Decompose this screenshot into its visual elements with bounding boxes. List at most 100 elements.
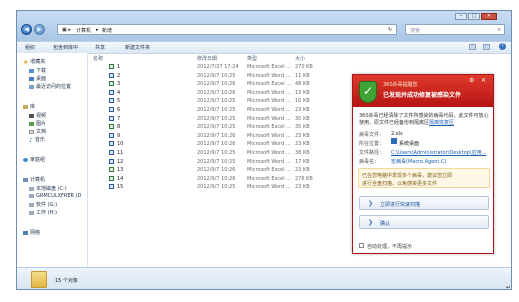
file-name: 2 — [117, 72, 121, 79]
nav-label: 视频 — [36, 113, 47, 119]
title-bar: ‒ □ ✕ ◀ ▶ ▣ ▸ 计算机 ▸ 新增 ↻ 搜索 ⌕ — [17, 11, 511, 41]
file-size: 17 KB — [295, 158, 310, 165]
nav-homegroup[interactable]: 家庭组 — [23, 156, 45, 163]
nav-computer[interactable]: 计算机 — [23, 176, 45, 183]
settings-icon[interactable]: ⚙ — [469, 77, 474, 84]
file-size: 23 KB — [295, 107, 310, 113]
nav-pictures[interactable]: 图片 — [29, 120, 46, 127]
nav-label: 家庭组 — [30, 157, 46, 163]
address-bar[interactable]: ▣ ▸ 计算机 ▸ 新增 ↻ — [57, 24, 397, 35]
table-row[interactable]: 9 2012/9/7 10:26 Microsoft Word ... 23 KB — [89, 132, 319, 140]
desc-text: 使用。原文件已经备份到隔离区 — [359, 120, 430, 126]
refresh-icon[interactable]: ↻ — [388, 27, 392, 33]
nav-local-disk[interactable]: 本地磁盘 (C:) — [29, 185, 67, 192]
maximize-button[interactable]: □ — [468, 13, 480, 20]
path-link[interactable]: C:\Users\Administrator\Desktop\应用... — [391, 149, 486, 156]
file-type: Microsoft Word ... — [247, 89, 291, 96]
back-button[interactable]: ◀ — [21, 24, 32, 35]
nav-music[interactable]: ♪ 音乐 — [29, 136, 45, 144]
file-name: 12 — [117, 158, 124, 165]
file-type: Microsoft Word ... — [247, 158, 291, 165]
new-folder-button[interactable]: 新建文件夹 — [125, 44, 150, 51]
file-type: Microsoft Word ... — [247, 150, 291, 156]
column-header-size[interactable]: 大小 — [295, 55, 305, 62]
nav-work-drive[interactable]: 工作 (H:) — [29, 209, 57, 216]
word-file-icon — [109, 158, 114, 164]
minimize-button[interactable]: ‒ — [455, 13, 467, 20]
table-row[interactable]: 7 2012/9/7 10:25 Microsoft Word ... 30 KB — [89, 115, 319, 123]
file-type: Microsoft Excel ... — [247, 167, 291, 174]
forward-button[interactable]: ▶ — [34, 24, 45, 35]
table-row[interactable]: 1 2012/7/27 17:24 Microsoft Excel ... 270 K… — [89, 63, 319, 71]
table-row[interactable]: 10 2012/9/7 10:26 Microsoft Word ... 23 KB — [89, 140, 319, 148]
nav-network[interactable]: 网络 — [23, 229, 40, 236]
nav-favorites[interactable]: ★ 收藏夹 — [23, 58, 45, 66]
search-icon[interactable]: ⌕ — [498, 26, 501, 34]
nav-libraries[interactable]: 库 — [23, 103, 35, 110]
nav-grmcul-drive[interactable]: GRMCULXFRER (D — [29, 193, 81, 199]
nav-videos[interactable]: 视频 — [29, 112, 46, 119]
file-size: 10 KB — [295, 98, 310, 105]
nav-label: 本地磁盘 (C:) — [36, 186, 67, 192]
column-header-type[interactable]: 类型 — [247, 55, 257, 62]
quarantine-link[interactable]: 隔离恢复区 — [429, 120, 454, 126]
table-row[interactable]: 14 2012/9/7 10:26 Microsoft Excel ... 276 K… — [89, 175, 319, 183]
file-date: 2012/9/7 10:25 — [197, 150, 236, 156]
nav-label: 最近访问的位置 — [36, 84, 72, 90]
desktop-icon — [29, 77, 34, 81]
view-options-icon[interactable] — [469, 44, 476, 50]
file-size: 35 KB — [295, 124, 310, 131]
table-row[interactable]: 13 2012/9/7 10:26 Microsoft Excel ... 23 KB — [89, 166, 319, 174]
table-row[interactable]: 5 2012/9/7 10:25 Microsoft Word ... 10 KB — [89, 97, 319, 105]
file-date: 2012/9/7 10:25 — [197, 115, 236, 122]
file-size: 23 KB — [295, 141, 310, 148]
table-row[interactable]: 6 2012/9/7 10:25 Microsoft Word ... 23 KB — [89, 106, 319, 114]
file-name: 11 — [117, 150, 124, 156]
preview-pane-icon[interactable] — [483, 44, 490, 50]
nav-software-drive[interactable]: 软件 (G:) — [29, 201, 57, 208]
quick-scan-button[interactable]: ❯ 立即进行快速扫描 — [359, 196, 489, 210]
column-header-name[interactable]: 名称 — [93, 55, 103, 62]
drive-icon — [29, 187, 34, 191]
table-row[interactable]: 4 2012/9/7 10:26 Microsoft Word ... 13 KB — [89, 89, 319, 97]
file-date: 2012/9/7 10:25 — [197, 158, 236, 165]
nav-documents[interactable]: 文档 — [29, 128, 46, 135]
table-row[interactable]: 2 2012/9/7 10:25 Microsoft Word ... 11 KB — [89, 72, 319, 80]
item-count: 15 个对象 — [55, 278, 78, 284]
auto-handle-checkbox[interactable] — [359, 243, 364, 248]
file-type: Microsoft Excel ... — [247, 124, 291, 131]
search-input[interactable]: 搜索 — [410, 27, 420, 34]
confirm-button[interactable]: ❯ 确认 — [359, 215, 489, 229]
table-row[interactable]: 3 2012/9/7 10:26 Microsoft Excel ... 48 KB — [89, 80, 319, 88]
column-header-date[interactable]: 修改日期 — [197, 55, 217, 62]
excel-file-icon — [109, 175, 114, 181]
share-button[interactable]: 共享 — [95, 44, 105, 51]
excel-file-icon — [109, 64, 114, 69]
organize-button[interactable]: 组织 — [25, 44, 35, 51]
status-bar: 15 个对象 — [17, 267, 511, 289]
table-row[interactable]: 11 2012/9/7 10:25 Microsoft Word ... 38 KB — [89, 149, 319, 157]
shield-check-icon: ✓ — [359, 81, 377, 103]
close-button[interactable]: ✕ — [481, 13, 497, 20]
file-size: 38 KB — [295, 150, 310, 156]
table-row[interactable]: 12 2012/9/7 10:25 Microsoft Word ... 17 KB — [89, 158, 319, 166]
table-row[interactable]: 15 2012/9/7 10:25 Microsoft Word ... 23 KB — [89, 183, 319, 191]
text-return-mark: ↵ — [506, 284, 512, 291]
nav-label: 软件 (G:) — [36, 202, 58, 208]
nav-label: 网络 — [30, 230, 41, 236]
nav-downloads[interactable]: 下载 — [29, 67, 46, 74]
include-library-button[interactable]: 包含到库中 — [53, 44, 78, 51]
help-icon[interactable]: ? — [499, 43, 506, 50]
file-name: 8 — [117, 124, 121, 131]
antivirus-alert-popup: ✓ 360杀毒提醒您 已发现并成功修复被感染文件 ⚙ ✕ 360杀毒已经清除了文… — [352, 74, 494, 254]
file-type: Microsoft Excel ... — [247, 64, 291, 70]
search-box[interactable]: 搜索 ⌕ — [405, 24, 505, 35]
address-segment-folder[interactable]: 新增 — [102, 27, 112, 34]
address-segment-computer[interactable]: 计算机 — [76, 27, 91, 34]
folder-icon — [31, 271, 47, 288]
nav-desktop[interactable]: 桌面 — [29, 75, 46, 82]
table-row[interactable]: 8 2012/9/7 10:25 Microsoft Excel ... 35 KB — [89, 123, 319, 131]
close-icon[interactable]: ✕ — [481, 77, 486, 84]
confirm-label: 确认 — [380, 221, 391, 227]
nav-recent[interactable]: 最近访问的位置 — [29, 83, 71, 90]
